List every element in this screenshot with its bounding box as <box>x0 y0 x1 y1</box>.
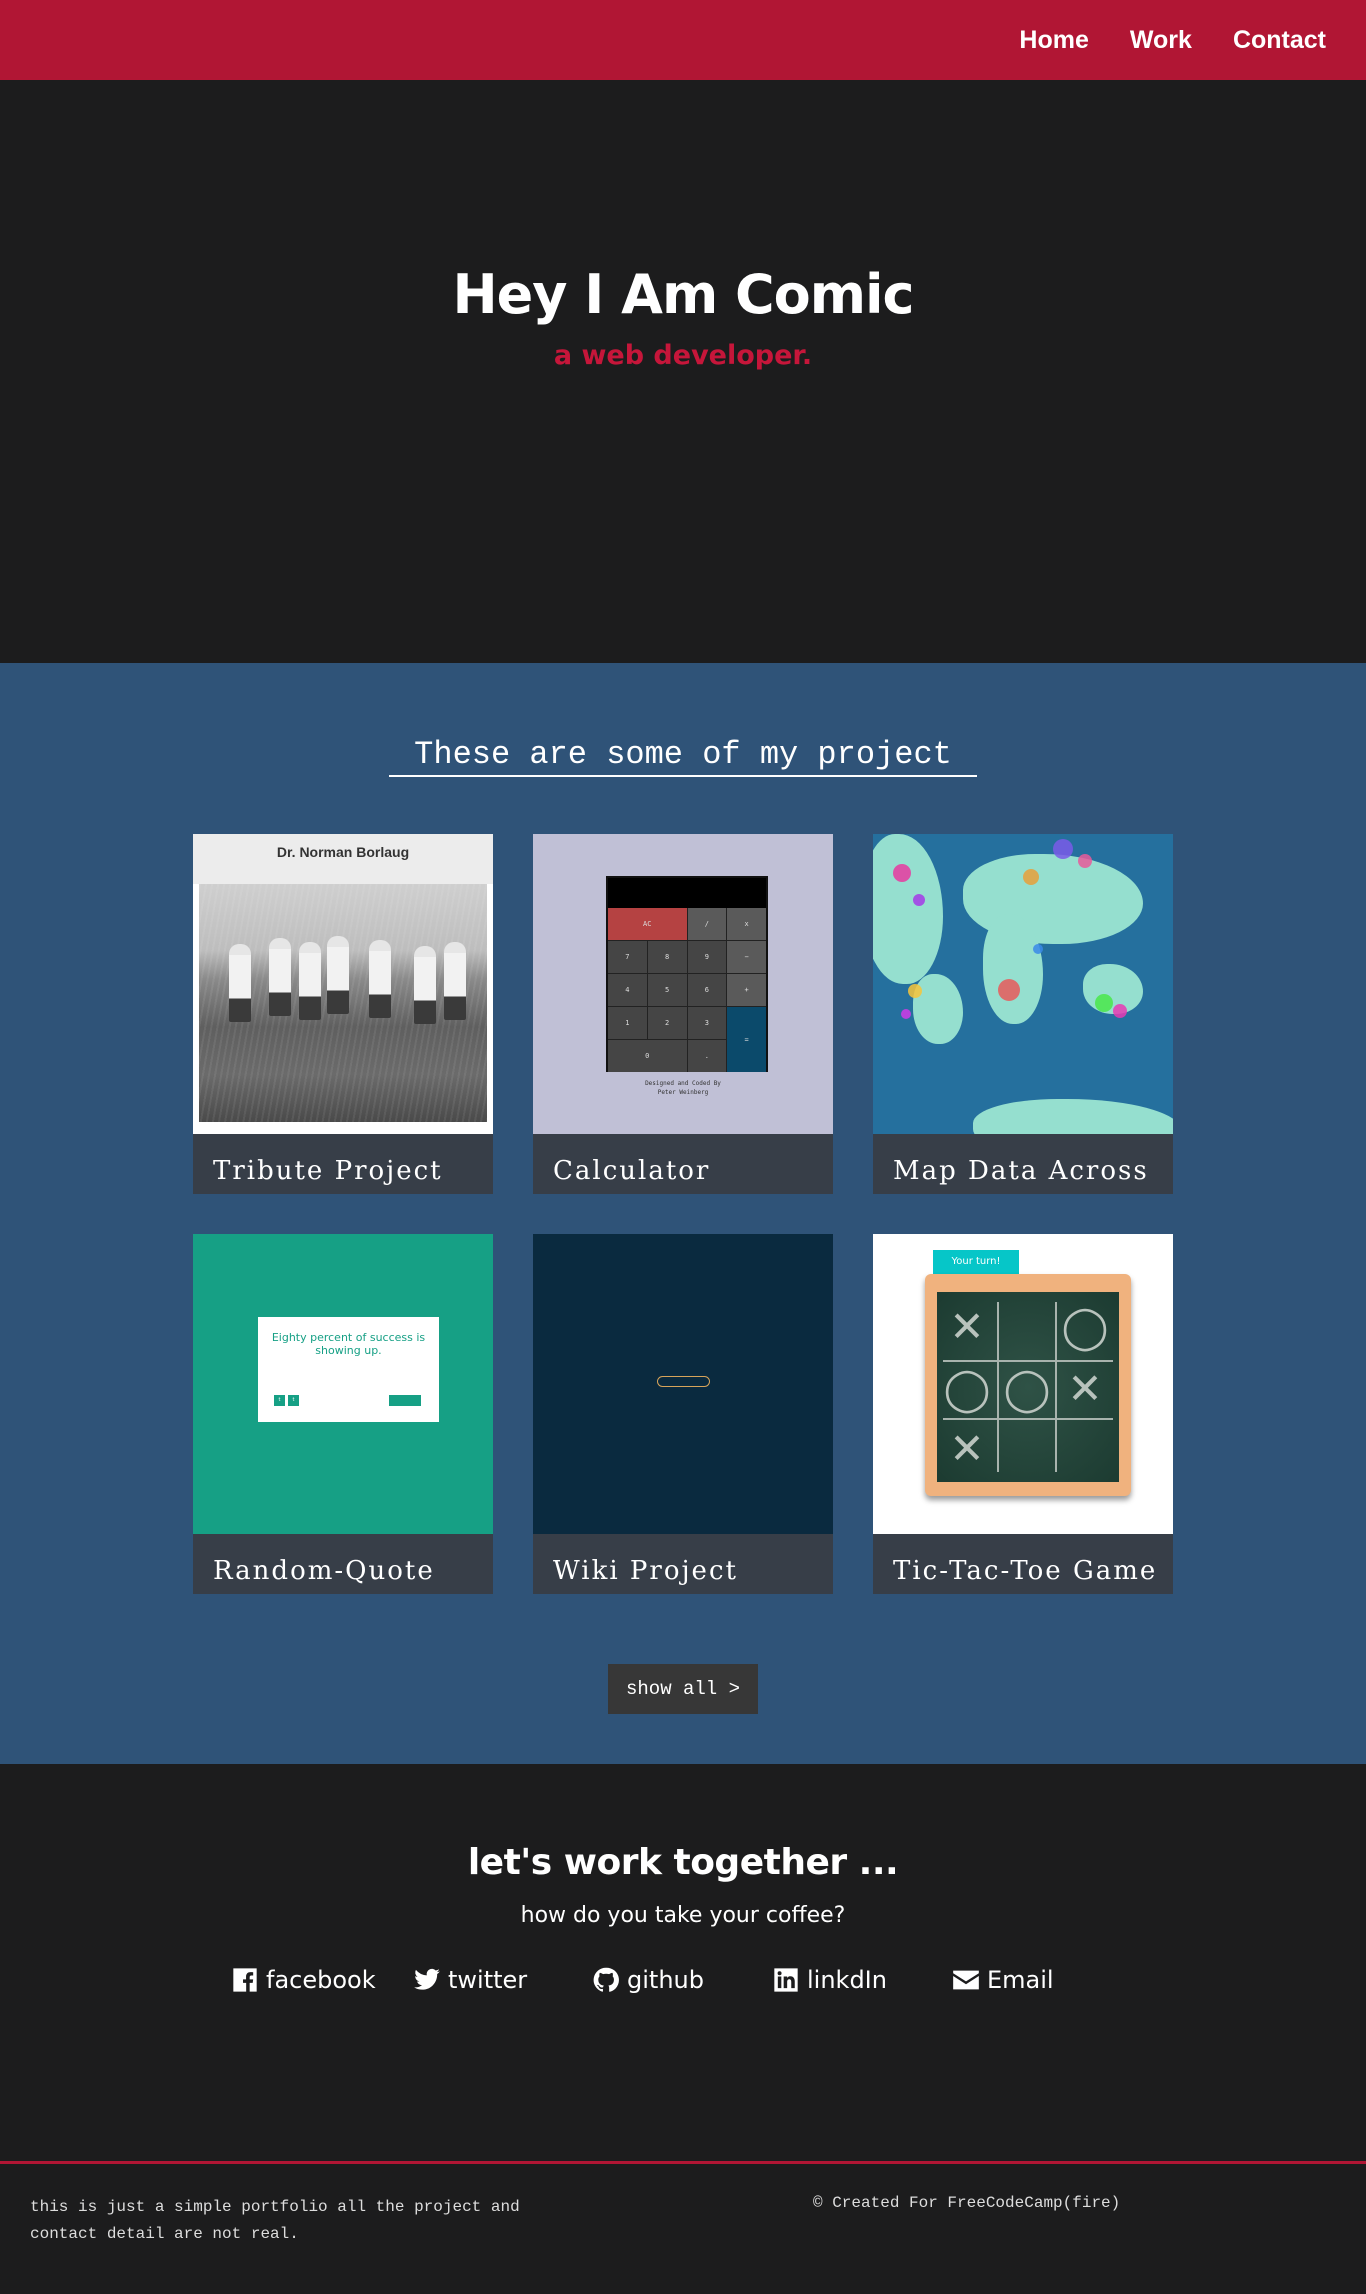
project-caption: Calculator <box>533 1134 833 1194</box>
project-caption: Tic-Tac-Toe Game <box>873 1534 1173 1594</box>
project-card-calculator[interactable]: AC / x 7 8 9− 4 5 6 + 1 2 3 = 0. Designed and Code… <box>533 834 833 1194</box>
quote-thumb-text: Eighty percent of success is showing up. <box>271 1331 426 1357</box>
twitter-label: twitter <box>448 1966 528 1994</box>
tribute-thumb-title: Dr. Norman Borlaug <box>276 844 410 860</box>
project-caption: Random-Quote <box>193 1534 493 1594</box>
project-caption: Wiki Project <box>533 1534 833 1594</box>
show-all-button[interactable]: show all > <box>608 1664 758 1714</box>
envelope-icon <box>953 1970 979 1990</box>
facebook-link[interactable]: facebook <box>231 1966 376 1994</box>
hero-title: Hey I Am Comic <box>452 263 914 326</box>
twitter-icon <box>414 1968 440 1990</box>
linkedin-link[interactable]: linkdIn <box>772 1966 887 1994</box>
quote-thumbnail: Eighty percent of success is showing up.… <box>193 1234 493 1534</box>
hero-subtitle: a web developer. <box>553 340 813 371</box>
tictactoe-thumbnail: Your turn! ✕ ◯ ◯ ◯ ✕ ✕ <box>873 1234 1173 1534</box>
linkedin-icon <box>774 1968 798 1992</box>
github-link[interactable]: github <box>592 1966 704 1994</box>
tictactoe-thumb-tag: Your turn! <box>933 1250 1019 1274</box>
hero-section: Hey I Am Comic a web developer. <box>0 80 1366 663</box>
nav-home-link[interactable]: Home <box>1019 26 1088 55</box>
project-card-map[interactable]: Map Data Across <box>873 834 1173 1194</box>
projects-section: These are some of my project Dr. Norman … <box>0 663 1366 1764</box>
tribute-thumbnail: Dr. Norman Borlaug <box>193 834 493 1134</box>
footer-credit: © Created For FreeCodeCamp(fire) <box>813 2194 1121 2212</box>
facebook-label: facebook <box>266 1966 376 1994</box>
github-icon <box>593 1967 619 1992</box>
map-thumbnail <box>873 834 1173 1134</box>
top-navbar: Home Work Contact <box>0 0 1366 80</box>
project-caption: Map Data Across <box>873 1134 1173 1194</box>
calculator-credit-line1: Designed and Coded By <box>645 1080 721 1087</box>
project-card-random-quote[interactable]: Eighty percent of success is showing up.… <box>193 1234 493 1594</box>
calculator-credit-line2: Peter Weinberg <box>657 1089 709 1096</box>
linkedin-label: linkdIn <box>807 1966 887 1994</box>
tribute-photo <box>199 884 487 1122</box>
email-label: Email <box>987 1966 1054 1994</box>
project-card-wiki[interactable]: Wiki Project <box>533 1234 833 1594</box>
project-card-tribute[interactable]: Dr. Norman Borlaug Tribute Project <box>193 834 493 1194</box>
nav-contact-link[interactable]: Contact <box>1233 26 1326 55</box>
nav-work-link[interactable]: Work <box>1130 26 1192 55</box>
contact-question: how do you take your coffee? <box>520 1903 846 1928</box>
wiki-thumbnail <box>533 1234 833 1534</box>
github-label: github <box>627 1966 704 1994</box>
footer-note: this is just a simple portfolio all the … <box>30 2198 520 2243</box>
tictactoe-board: ✕ ◯ ◯ ◯ ✕ ✕ <box>937 1292 1119 1482</box>
page-footer: this is just a simple portfolio all the … <box>0 2161 1366 2294</box>
facebook-icon <box>233 1968 257 1992</box>
projects-heading: These are some of my project <box>389 736 977 777</box>
calculator-thumbnail: AC / x 7 8 9− 4 5 6 + 1 2 3 = 0. Designed and Code… <box>533 834 833 1134</box>
wiki-thumb-search <box>657 1376 710 1387</box>
contact-section: let's work together ... how do you take … <box>0 1764 1366 2161</box>
project-card-tictactoe[interactable]: Your turn! ✕ ◯ ◯ ◯ ✕ ✕ Tic-Tac-Toe Game <box>873 1234 1173 1594</box>
email-link[interactable]: Email <box>952 1966 1054 1994</box>
contact-heading: let's work together ... <box>467 1842 899 1883</box>
project-caption: Tribute Project <box>193 1134 493 1194</box>
twitter-link[interactable]: twitter <box>413 1966 527 1994</box>
